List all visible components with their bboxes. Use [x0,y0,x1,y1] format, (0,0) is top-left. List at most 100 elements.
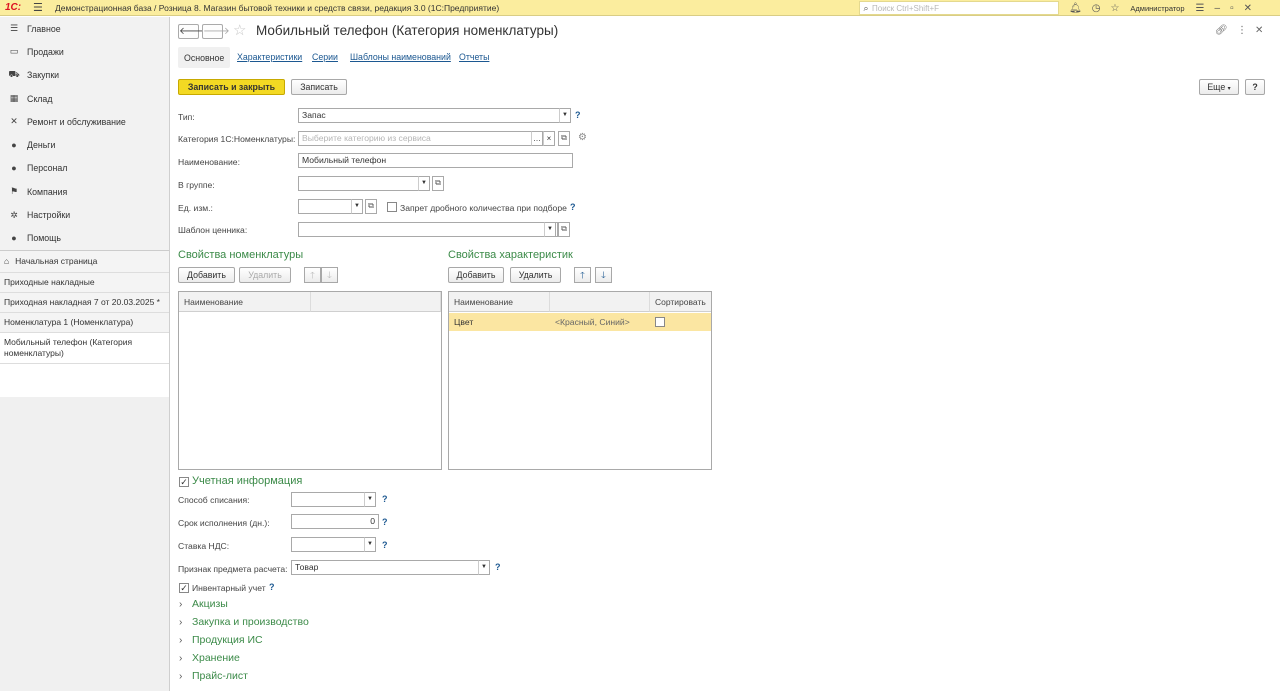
open-window-item[interactable]: Приходные накладные [0,272,169,293]
tab-name-templates[interactable]: Шаблоны наименований [350,52,451,62]
subject-field[interactable]: Товар [291,560,479,575]
tab-series[interactable]: Серии [312,52,338,62]
account-info-title[interactable]: Учетная информация [192,475,302,487]
sidebar-item-warehouse[interactable]: ▦ Склад [0,87,169,110]
bell-icon[interactable]: 🔔︎ [1069,3,1082,14]
group-purchase-production[interactable]: › Закупка и производство [179,616,309,628]
settings-menu-icon[interactable]: ☰ [1196,3,1205,14]
personnel-icon: ● [11,163,17,174]
group-is-products[interactable]: › Продукция ИС [179,634,263,646]
type-field[interactable]: Запас [298,108,560,123]
more-vertical-icon[interactable]: ⋮ [1237,25,1247,36]
tab-main[interactable]: Основное [178,47,231,68]
vat-help-icon[interactable]: ? [382,540,388,550]
char-properties-table[interactable]: Наименование Сортировать Цвет <Красный, … [448,291,712,470]
account-info-collapse-toggle[interactable]: ✓ [179,477,189,487]
open-window-item[interactable]: Приходная накладная 7 от 20.03.2025 * [0,292,169,313]
sidebar-item-company[interactable]: ⚑ Компания [0,180,169,203]
sidebar-item-label: Компания [27,186,68,197]
item-props-delete-button[interactable]: Удалить [239,267,291,283]
char-props-col-values[interactable] [550,292,650,312]
writeoff-field[interactable] [291,492,365,507]
item-props-col-empty[interactable] [311,292,441,312]
price-tag-field[interactable] [298,222,558,237]
search-box[interactable]: ⌕ Поиск Ctrl+Shift+F [859,1,1059,15]
unit-open-button[interactable]: ⧉ [365,199,377,214]
tab-reports[interactable]: Отчеты [459,52,489,62]
open-window-item-active[interactable]: Мобильный телефон (Категория номенклатур… [0,332,169,364]
category-field[interactable]: Выберите категорию из сервиса [298,131,532,146]
unit-dropdown-button[interactable]: ▼ [351,199,363,214]
category-open-button[interactable]: ⧉ [558,131,570,146]
sidebar-item-settings[interactable]: ✲ Настройки [0,203,169,226]
unit-field[interactable] [298,199,352,214]
save-button[interactable]: Записать [291,79,347,95]
sidebar-item-purchases[interactable]: ⛟ Закупки [0,64,169,87]
group-field[interactable] [298,176,419,191]
history-icon[interactable]: ◷ [1092,3,1101,14]
sidebar-item-help[interactable]: ● Помощь [0,227,169,250]
open-window-item[interactable]: Номенклатура 1 (Номенклатура) [0,312,169,333]
price-tag-open-button[interactable]: ⧉ [558,222,570,237]
user-name[interactable]: Администратор [1130,4,1184,13]
sidebar-item-repair[interactable]: ✕ Ремонт и обслуживание [0,110,169,133]
char-row-sort-checkbox[interactable] [655,317,665,327]
main-menu-icon[interactable]: ☰ [33,1,51,14]
group-storage[interactable]: › Хранение [179,652,240,664]
restore-icon[interactable]: ▫ [1230,3,1234,14]
sidebar-item-money[interactable]: ● Деньги [0,133,169,156]
item-props-up-button[interactable]: 🡑 [304,267,321,283]
writeoff-dropdown-button[interactable]: ▼ [364,492,376,507]
vat-label: Ставка НДС: [178,541,230,551]
vat-field[interactable] [291,537,365,552]
char-props-col-sort[interactable]: Сортировать [650,292,711,312]
group-price-list[interactable]: › Прайс-лист [179,670,248,682]
table-row[interactable]: Цвет <Красный, Синий> [449,313,711,331]
favorites-star-icon[interactable]: ☆ [1110,3,1119,14]
vat-dropdown-button[interactable]: ▼ [364,537,376,552]
name-field[interactable]: Мобильный телефон [298,153,573,168]
help-button[interactable]: ? [1245,79,1265,95]
type-dropdown-button[interactable]: ▼ [559,108,571,123]
term-field[interactable]: 0 [291,514,379,529]
char-props-add-button[interactable]: Добавить [448,267,504,283]
inventory-checkbox[interactable]: ✓ [179,583,189,593]
group-dropdown-button[interactable]: ▼ [418,176,430,191]
subject-dropdown-button[interactable]: ▼ [478,560,490,575]
writeoff-help-icon[interactable]: ? [382,494,388,504]
price-tag-dropdown-button[interactable]: ▼ [544,222,556,237]
char-props-col-name[interactable]: Наименование [449,292,550,312]
more-button[interactable]: Еще ▾ [1199,79,1239,95]
group-excise[interactable]: › Акцизы [179,598,228,610]
char-props-up-button[interactable]: 🡑 [574,267,591,283]
category-select-button[interactable]: … [531,131,543,146]
minimize-icon[interactable]: – [1215,3,1221,14]
sidebar-item-personnel[interactable]: ● Персонал [0,157,169,180]
char-props-delete-button[interactable]: Удалить [510,267,561,283]
link-icon[interactable]: 🔗︎ [1215,25,1228,36]
item-props-add-button[interactable]: Добавить [178,267,235,283]
tab-characteristics[interactable]: Характеристики [237,52,302,62]
type-help-icon[interactable]: ? [575,110,581,120]
category-service-icon[interactable]: ⚙ [578,132,587,143]
inventory-help-icon[interactable]: ? [269,582,275,592]
group-open-button[interactable]: ⧉ [432,176,444,191]
sidebar-item-main[interactable]: ☰ Главное [0,17,169,40]
item-props-col-name[interactable]: Наименование [179,292,311,312]
forward-button[interactable]: 🡒 [202,24,230,39]
sidebar-item-sales[interactable]: ▭ Продажи [0,40,169,63]
close-icon[interactable]: ✕ [1244,3,1252,14]
save-and-close-button[interactable]: Записать и закрыть [178,79,285,95]
item-properties-table[interactable]: Наименование [178,291,442,470]
back-button[interactable]: 🡐 [178,24,206,39]
term-help-icon[interactable]: ? [382,517,388,527]
category-clear-button[interactable]: × [543,131,555,146]
fractional-help-icon[interactable]: ? [570,202,576,212]
form-close-icon[interactable]: ✕ [1255,25,1263,36]
char-props-down-button[interactable]: 🡓 [595,267,612,283]
item-props-down-button[interactable]: 🡓 [321,267,338,283]
open-window-home[interactable]: ⌂ Начальная страница [0,250,169,273]
subject-help-icon[interactable]: ? [495,562,501,572]
fractional-checkbox[interactable] [387,202,397,212]
favorite-star-icon[interactable]: ☆ [233,21,246,39]
